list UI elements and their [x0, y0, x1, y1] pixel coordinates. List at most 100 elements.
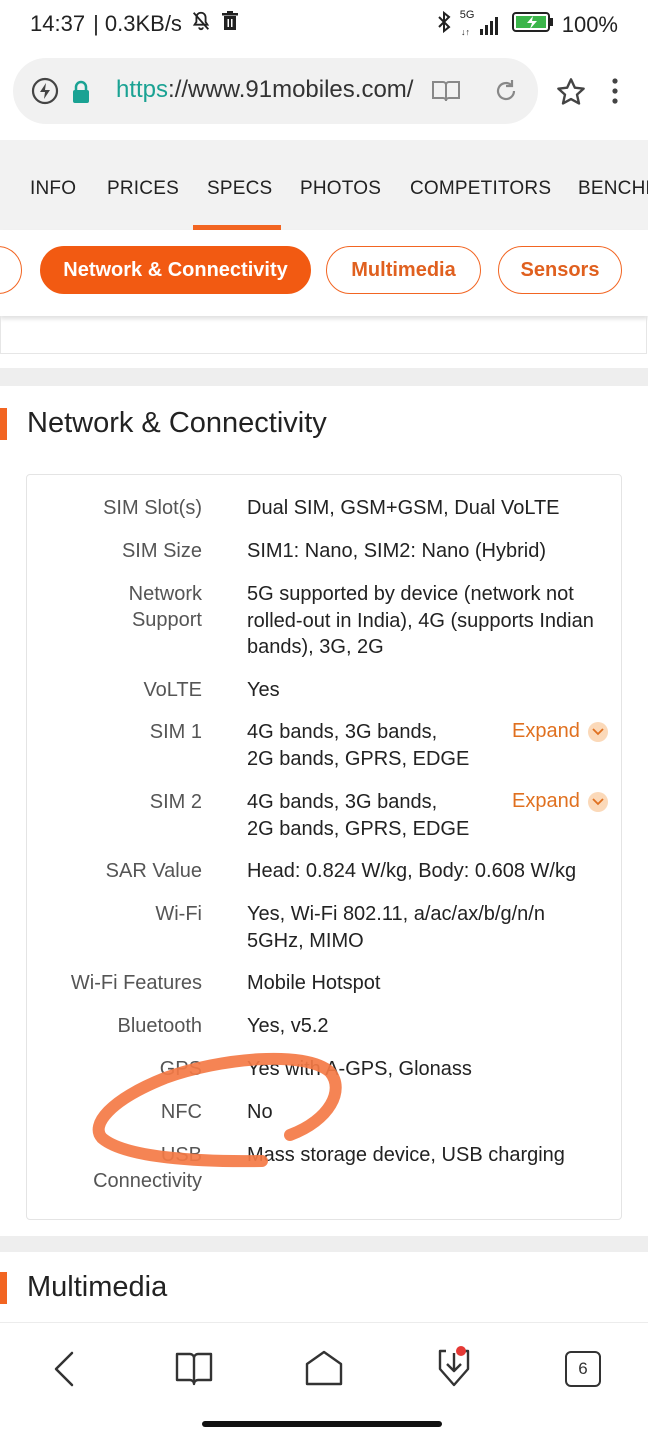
- expand-sim1-button[interactable]: Expand: [512, 720, 608, 743]
- spec-value-line: Dual SIM, GSM+GSM, Dual VoLTE: [247, 497, 560, 519]
- spec-value-line: 4G bands, 3G bands,: [247, 721, 438, 743]
- spec-value: 4G bands, 3G bands, 2G bands, GPRS, EDGE: [247, 789, 469, 842]
- spec-value: Yes, v5.2: [247, 1013, 329, 1040]
- spec-label: SIM Size: [122, 538, 202, 564]
- spec-value-line: Mobile Hotspot: [247, 972, 381, 994]
- spec-value: Head: 0.824 W/kg, Body: 0.608 W/kg: [247, 858, 576, 885]
- spec-label-line: Wi-Fi Features: [70, 972, 202, 994]
- spec-value-line: Yes with A-GPS, Glonass: [247, 1058, 472, 1080]
- spec-value-line: Yes, Wi-Fi 802.11, a/ac/ax/b/g/n/n: [247, 903, 545, 925]
- spec-label: USB Connectivity: [93, 1142, 202, 1194]
- spec-value: SIM1: Nano, SIM2: Nano (Hybrid): [247, 538, 546, 565]
- lightning-icon[interactable]: [31, 77, 59, 105]
- spec-value-line: bands), 3G, 2G: [247, 636, 384, 658]
- spec-value-line: SIM1: Nano, SIM2: Nano (Hybrid): [247, 540, 546, 562]
- bluetooth-icon: [436, 10, 452, 40]
- section-divider: [0, 1236, 648, 1252]
- home-indicator[interactable]: [202, 1421, 442, 1427]
- spec-value: Dual SIM, GSM+GSM, Dual VoLTE: [247, 495, 560, 522]
- home-icon[interactable]: [303, 1348, 345, 1388]
- url-text[interactable]: https://www.91mobiles.com/: [116, 76, 413, 104]
- address-bar[interactable]: https://www.91mobiles.com/: [13, 58, 538, 124]
- spec-label: SAR Value: [106, 858, 202, 884]
- chip-multimedia[interactable]: Multimedia: [326, 246, 481, 294]
- chip-sensors[interactable]: Sensors: [498, 246, 622, 294]
- spec-value-line: Yes: [247, 679, 280, 701]
- tab-info[interactable]: INFO: [30, 178, 76, 200]
- section-marker: [0, 1272, 7, 1304]
- spec-label-line: NFC: [160, 1101, 202, 1123]
- star-icon[interactable]: [555, 76, 587, 108]
- spec-label-line: USB: [160, 1144, 202, 1166]
- section-title: Network & Connectivity: [27, 407, 327, 439]
- downloads-icon[interactable]: [432, 1345, 476, 1391]
- spec-label-line: SIM 1: [149, 721, 202, 743]
- spec-label: Bluetooth: [117, 1013, 202, 1039]
- reload-icon[interactable]: [493, 78, 519, 104]
- tab-competitors[interactable]: COMPETITORS: [410, 178, 551, 200]
- spec-label-line: SIM Slot(s): [103, 497, 202, 519]
- chevron-down-icon: [587, 791, 608, 812]
- section-chips: Network & Connectivity Multimedia Sensor…: [0, 230, 648, 316]
- spec-label-line: VoLTE: [143, 679, 202, 701]
- spec-tabs: INFO PRICES SPECS PHOTOS COMPETITORS BEN…: [0, 140, 648, 230]
- spec-label: SIM 1: [150, 719, 202, 745]
- spec-label: Network Support: [129, 581, 202, 633]
- spec-label: VoLTE: [143, 677, 202, 703]
- spec-label-line: Network: [128, 583, 202, 605]
- trash-icon: [220, 10, 240, 38]
- tab-prices[interactable]: PRICES: [107, 178, 179, 200]
- spec-label-line: Support: [131, 609, 202, 631]
- status-bar: 14:37 | 0.3KB/s 5G ↓↑ 100%: [0, 0, 648, 48]
- spec-label: SIM 2: [150, 789, 202, 815]
- reader-mode-icon[interactable]: [431, 78, 461, 104]
- spec-value-line: 4G bands, 3G bands,: [247, 791, 438, 813]
- section-divider: [0, 368, 648, 386]
- chip-previous[interactable]: [0, 246, 22, 294]
- battery-icon: [511, 11, 554, 39]
- spec-value-line: 5G supported by device (network not: [247, 583, 574, 605]
- next-section-title: Multimedia: [27, 1271, 168, 1303]
- spec-value-line: 5GHz, MIMO: [247, 929, 364, 952]
- expand-label: Expand: [512, 790, 580, 812]
- lock-icon: [70, 79, 92, 105]
- status-speed: | 0.3KB/s: [93, 11, 182, 36]
- spec-value: 4G bands, 3G bands, 2G bands, GPRS, EDGE: [247, 719, 469, 772]
- spec-label-line: Connectivity: [93, 1170, 202, 1192]
- expand-sim2-button[interactable]: Expand: [512, 790, 608, 813]
- tab-photos[interactable]: PHOTOS: [300, 178, 381, 200]
- chip-network-connectivity[interactable]: Network & Connectivity: [40, 246, 311, 294]
- spec-value: Mobile Hotspot: [247, 970, 380, 997]
- spec-label-line: Bluetooth: [117, 1015, 202, 1037]
- signal-icon: 5G ↓↑: [460, 9, 504, 38]
- spec-value-line: 2G bands, GPRS, EDGE: [247, 817, 470, 840]
- spec-label-line: SIM 2: [149, 791, 202, 813]
- spec-label-line: Wi-Fi: [155, 903, 202, 925]
- bookmarks-icon[interactable]: [174, 1349, 214, 1387]
- collapsed-panel: [0, 316, 647, 354]
- spec-value: Yes with A-GPS, Glonass: [247, 1056, 472, 1083]
- svg-text:↓↑: ↓↑: [461, 27, 470, 37]
- spec-value-line: 2G bands, GPRS, EDGE: [247, 747, 470, 770]
- spec-label: Wi-Fi Features: [71, 970, 202, 996]
- url-domain: ://www.91mobiles.com/: [168, 76, 414, 103]
- spec-value: Yes, Wi-Fi 802.11, a/ac/ax/b/g/n/n 5GHz, …: [247, 901, 545, 954]
- status-time: 14:37: [30, 11, 86, 36]
- spec-label-line: SIM Size: [121, 540, 202, 562]
- bell-off-icon: [190, 10, 212, 38]
- spec-value-line: No: [247, 1101, 273, 1123]
- back-icon[interactable]: [48, 1349, 80, 1389]
- tabs-switcher-button[interactable]: 6: [565, 1351, 601, 1387]
- spec-label: GPS: [160, 1056, 202, 1082]
- more-vert-icon[interactable]: [610, 76, 620, 106]
- spec-value: No: [247, 1099, 273, 1126]
- spec-label-line: SAR Value: [105, 860, 202, 882]
- tab-benchmark[interactable]: BENCHM: [578, 178, 648, 200]
- browser-toolbar: https://www.91mobiles.com/: [0, 56, 648, 128]
- spec-value: 5G supported by device (network not rolle…: [247, 581, 594, 661]
- url-scheme: https: [116, 76, 169, 103]
- tab-specs[interactable]: SPECS: [207, 178, 272, 200]
- spec-label: Wi-Fi: [155, 901, 202, 927]
- expand-label: Expand: [512, 720, 580, 742]
- spec-label-line: GPS: [159, 1058, 202, 1080]
